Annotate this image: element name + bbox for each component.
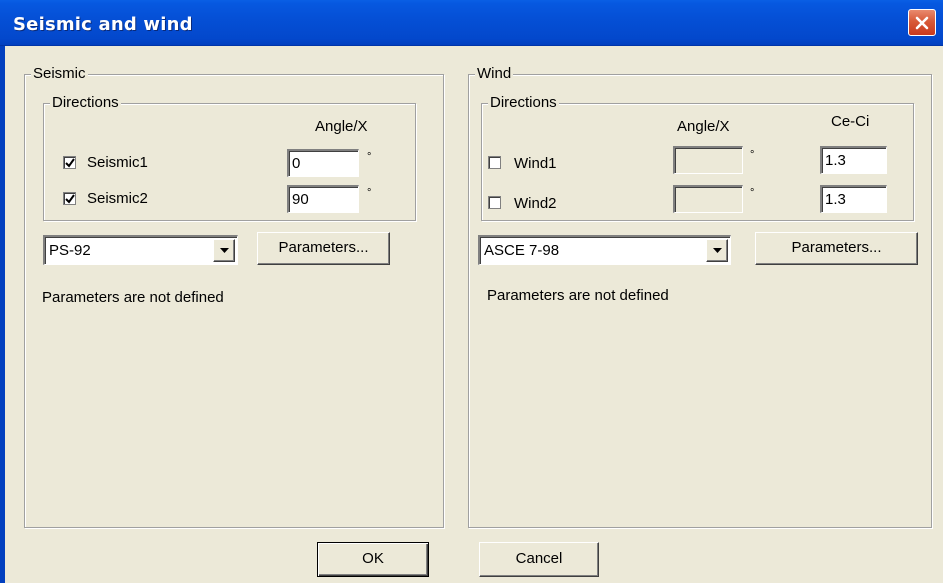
wind1-ceci-input[interactable]: 1.3 [820,146,887,174]
title-bar[interactable]: Seismic and wind [0,0,943,46]
wind-dropdown-button[interactable] [706,239,728,262]
ok-label: OK [362,550,384,567]
wind1-label: Wind1 [514,155,557,172]
cancel-button[interactable]: Cancel [479,542,599,577]
seismic1-checkbox[interactable] [63,156,76,169]
wind-status-text: Parameters are not defined [487,287,669,304]
check-icon [65,158,75,168]
seismic2-checkbox[interactable] [63,192,76,205]
seismic2-degree-symbol: ° [367,187,372,199]
window-title: Seismic and wind [13,14,193,35]
seismic1-angle-input[interactable]: 0 [287,149,359,177]
wind1-angle-input[interactable] [673,146,743,174]
seismic-parameters-button[interactable]: Parameters... [257,232,390,265]
seismic-code-value: PS-92 [49,242,91,259]
wind-group-label: Wind [475,65,514,83]
seismic2-label: Seismic2 [87,190,148,207]
ok-button[interactable]: OK [317,542,429,577]
wind1-checkbox[interactable] [488,156,501,169]
wind2-degree-symbol: ° [750,187,755,199]
seismic-group-label: Seismic [31,65,88,83]
wind-code-value: ASCE 7-98 [484,242,560,259]
seismic1-degree-symbol: ° [367,151,372,163]
wind2-checkbox[interactable] [488,196,501,209]
seismic1-label: Seismic1 [87,154,148,171]
window-frame [0,46,5,583]
close-button[interactable] [908,9,936,36]
seismic-code-dropdown[interactable]: PS-92 [43,235,238,265]
wind1-degree-symbol: ° [750,149,755,161]
wind2-angle-input[interactable] [673,185,743,213]
wind-parameters-label: Parameters... [791,239,882,256]
check-icon [65,194,75,204]
wind-ceci-header: Ce-Ci [831,113,870,130]
seismic2-angle-input[interactable]: 90 [287,185,359,213]
seismic-status-text: Parameters are not defined [42,289,224,306]
seismic-angle-header: Angle/X [315,118,368,135]
seismic-parameters-label: Parameters... [278,239,369,256]
seismic-directions-label: Directions [50,94,121,112]
wind-code-dropdown[interactable]: ASCE 7-98 [478,235,731,265]
close-icon [915,16,929,29]
chevron-down-icon [220,248,229,253]
wind-directions-label: Directions [488,94,559,112]
wind-angle-header: Angle/X [677,118,730,135]
wind2-ceci-input[interactable]: 1.3 [820,185,887,213]
wind2-label: Wind2 [514,195,557,212]
cancel-label: Cancel [515,550,563,567]
chevron-down-icon [713,248,722,253]
wind-parameters-button[interactable]: Parameters... [755,232,918,265]
seismic-dropdown-button[interactable] [213,239,235,262]
